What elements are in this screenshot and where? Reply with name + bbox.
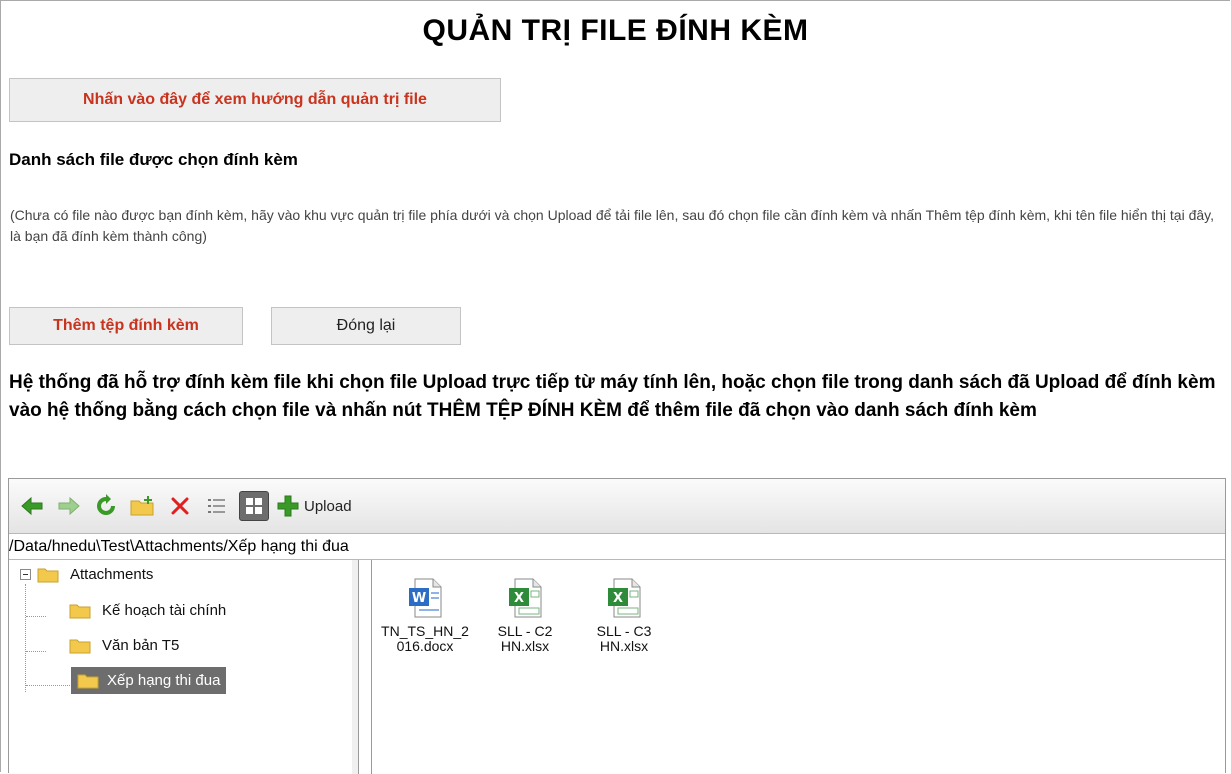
file-item[interactable]: X SLL - C2 HN.xlsx (480, 578, 570, 654)
page-title: QUẢN TRỊ FILE ĐÍNH KÈM (422, 14, 809, 47)
tree-node-van-ban[interactable]: Văn bản T5 (69, 633, 186, 658)
tree-node-label: Attachments (70, 566, 154, 583)
tree-node-label: Văn bản T5 (102, 637, 180, 654)
back-icon[interactable] (17, 491, 47, 521)
refresh-icon[interactable] (91, 491, 121, 521)
svg-text:W: W (412, 591, 426, 606)
tree-connector (26, 616, 46, 617)
excel-file-icon: X (509, 578, 542, 618)
folder-tree: Attachments Kế hoạch tài chính Văn bản T… (9, 560, 359, 774)
upload-button[interactable]: Upload (276, 494, 352, 518)
upload-icon (277, 495, 299, 517)
file-name-line: HN.xlsx (599, 638, 649, 654)
folder-icon (77, 674, 99, 689)
folder-icon (69, 639, 91, 654)
new-folder-icon[interactable] (128, 491, 158, 521)
tree-node-xep-hang[interactable]: Xếp hạng thi đua (71, 667, 227, 694)
file-item[interactable]: X SLL - C3 HN.xlsx (579, 578, 669, 654)
support-text: Hệ thống đã hỗ trợ đính kèm file khi chọ… (9, 372, 1216, 421)
file-name-line: SLL - C3 (596, 623, 652, 639)
add-attachment-button[interactable]: Thêm tệp đính kèm (9, 307, 243, 345)
upload-label: Upload (304, 497, 352, 515)
list-view-icon[interactable] (202, 491, 232, 521)
tree-node-label: Xếp hạng thi đua (103, 669, 225, 692)
word-file-icon: W (409, 578, 442, 618)
folder-icon (69, 604, 91, 619)
svg-text:X: X (613, 591, 623, 606)
file-name-line: TN_TS_HN_2 (381, 623, 469, 639)
attachment-list-title: Danh sách file được chọn đính kèm (9, 150, 298, 169)
tree-connector (25, 584, 26, 692)
file-list: W TN_TS_HN_2 016.docx X SLL - C2 HN.xlsx (371, 560, 1225, 774)
delete-icon[interactable] (165, 491, 195, 521)
tree-node-attachments[interactable]: Attachments (37, 562, 160, 587)
file-manager-toolbar: Upload (9, 479, 1225, 534)
file-name-line: 016.docx (396, 638, 454, 654)
tree-node-label: Kế hoạch tài chính (102, 602, 227, 619)
excel-file-icon: X (608, 578, 641, 618)
empty-attachment-note: (Chưa có file nào được bạn đính kèm, hãy… (10, 207, 1215, 244)
forward-icon[interactable] (54, 491, 84, 521)
folder-icon (37, 568, 59, 583)
tree-connector (26, 651, 46, 652)
svg-text:X: X (514, 591, 524, 606)
file-name-line: HN.xlsx (500, 638, 550, 654)
guide-button[interactable]: Nhấn vào đây để xem hướng dẫn quản trị f… (9, 78, 501, 122)
collapse-toggle[interactable] (20, 569, 31, 580)
file-manager: Upload /Data/hnedu\Test\Attachments/Xếp … (8, 478, 1226, 774)
tree-node-ke-hoach[interactable]: Kế hoạch tài chính (69, 598, 233, 623)
path-bar: /Data/hnedu\Test\Attachments/Xếp hạng th… (9, 534, 1225, 560)
thumbnail-view-icon[interactable] (239, 491, 269, 521)
file-item[interactable]: W TN_TS_HN_2 016.docx (380, 578, 470, 654)
close-button[interactable]: Đóng lại (271, 307, 461, 345)
file-name-line: SLL - C2 (497, 623, 553, 639)
tree-connector (26, 685, 70, 686)
